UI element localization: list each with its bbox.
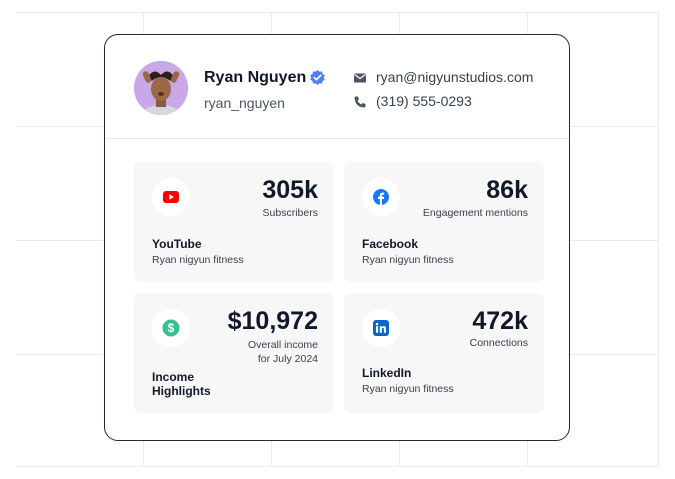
- income-tile[interactable]: $ $10,972 Overall income for July 2024 I…: [134, 293, 334, 413]
- avatar[interactable]: [134, 61, 188, 115]
- phone-icon: [354, 96, 366, 108]
- linkedin-connections-value: 472k: [472, 307, 528, 335]
- svg-text:$: $: [168, 321, 175, 335]
- income-title-line1: Income: [152, 370, 195, 384]
- income-title-line2: Highlights: [152, 384, 211, 398]
- verified-badge-icon: [310, 69, 325, 86]
- youtube-channel: Ryan nigyun fitness: [152, 254, 244, 266]
- facebook-engagement-value: 86k: [486, 176, 528, 204]
- email-link[interactable]: ryan@nigyunstudios.com: [376, 69, 533, 85]
- income-label-line2: for July 2024: [257, 353, 318, 365]
- dollar-icon: $: [152, 309, 190, 347]
- facebook-tile[interactable]: 86k Engagement mentions Facebook Ryan ni…: [344, 162, 544, 282]
- youtube-subscribers-value: 305k: [262, 176, 318, 204]
- facebook-title: Facebook: [362, 237, 419, 251]
- youtube-icon: [152, 178, 190, 216]
- mail-icon: [354, 73, 366, 83]
- phone-link[interactable]: (319) 555-0293: [376, 93, 472, 109]
- youtube-tile[interactable]: 305k Subscribers YouTube Ryan nigyun fit…: [134, 162, 334, 282]
- profile-name: Ryan Nguyen: [204, 69, 307, 86]
- profile-card: Ryan Nguyen ryan_nguyen ryan@nigyunstudi…: [104, 34, 570, 441]
- profile-handle: ryan_nguyen: [204, 95, 285, 111]
- linkedin-connections-label: Connections: [469, 337, 528, 349]
- profile-header: Ryan Nguyen ryan_nguyen ryan@nigyunstudi…: [105, 35, 569, 139]
- linkedin-tile[interactable]: 472k Connections LinkedIn Ryan nigyun fi…: [344, 293, 544, 413]
- facebook-page: Ryan nigyun fitness: [362, 254, 454, 266]
- income-value: $10,972: [227, 307, 318, 335]
- youtube-subscribers-label: Subscribers: [262, 207, 318, 219]
- linkedin-profile: Ryan nigyun fitness: [362, 383, 454, 395]
- facebook-engagement-label: Engagement mentions: [422, 207, 528, 219]
- income-label-line1: Overall income: [247, 339, 318, 351]
- facebook-icon: [362, 178, 400, 216]
- youtube-title: YouTube: [152, 237, 202, 251]
- linkedin-icon: [362, 309, 400, 347]
- linkedin-title: LinkedIn: [362, 366, 412, 380]
